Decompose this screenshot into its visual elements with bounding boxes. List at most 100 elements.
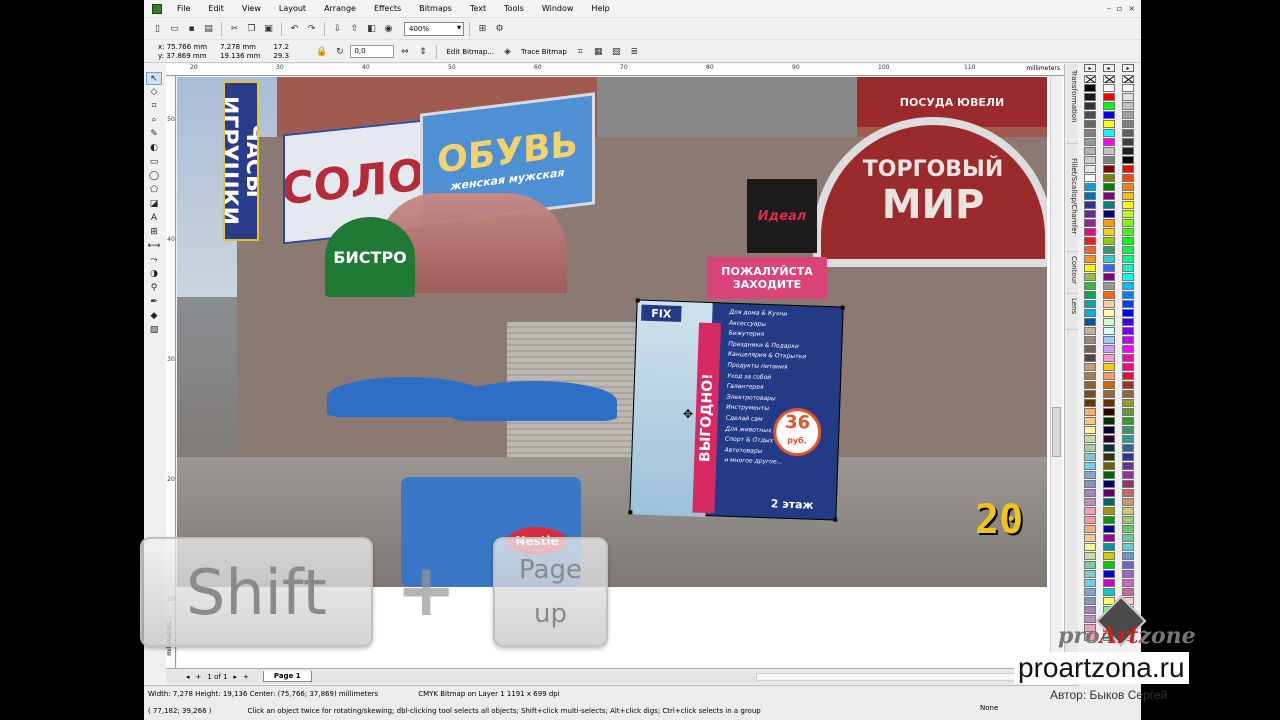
color-swatch[interactable]	[1103, 273, 1115, 281]
interactive-fill-tool-icon[interactable]: ▧	[146, 324, 162, 337]
color-swatch[interactable]	[1103, 498, 1115, 506]
color-swatch[interactable]	[1122, 543, 1134, 551]
color-swatch[interactable]	[1084, 165, 1096, 173]
color-swatch[interactable]	[1084, 435, 1096, 443]
color-swatch[interactable]	[1103, 363, 1115, 371]
cut-icon[interactable]: ✂	[227, 22, 242, 37]
color-swatch[interactable]	[1084, 264, 1096, 272]
menu-layout[interactable]: Layout	[270, 4, 315, 13]
color-swatch[interactable]	[1084, 579, 1096, 587]
color-swatch[interactable]	[1103, 408, 1115, 416]
print-icon[interactable]: ▤	[201, 22, 216, 37]
color-swatch[interactable]	[1103, 264, 1115, 272]
color-swatch[interactable]	[1122, 102, 1134, 110]
color-swatch[interactable]	[1084, 363, 1096, 371]
export-icon[interactable]: ⇧	[347, 22, 362, 37]
selection-handle[interactable]	[840, 305, 845, 310]
docker-tab-lens[interactable]: Lens	[1066, 296, 1078, 330]
color-swatch[interactable]	[1084, 309, 1096, 317]
color-swatch[interactable]	[1122, 435, 1134, 443]
paste-icon[interactable]: ▣	[261, 22, 276, 37]
color-swatch[interactable]	[1122, 561, 1134, 569]
color-swatch[interactable]	[1103, 210, 1115, 218]
menu-file[interactable]: File	[168, 4, 199, 13]
color-swatch[interactable]	[1103, 453, 1115, 461]
color-swatch[interactable]	[1103, 237, 1115, 245]
color-swatch[interactable]	[1103, 561, 1115, 569]
color-swatch[interactable]	[1084, 390, 1096, 398]
trace-bitmap-button[interactable]: Trace Bitmap	[518, 48, 570, 56]
docker-tab-contour[interactable]: Contour	[1066, 254, 1078, 294]
rotation-angle-field[interactable]: 0,0	[350, 45, 395, 58]
color-swatch[interactable]	[1122, 372, 1134, 380]
color-swatch[interactable]	[1122, 174, 1134, 182]
color-swatch[interactable]	[1122, 507, 1134, 515]
connector-tool-icon[interactable]: ⤳	[146, 254, 162, 267]
color-swatch[interactable]	[1084, 534, 1096, 542]
color-swatch[interactable]	[1122, 525, 1134, 533]
open-icon[interactable]: ▭	[167, 22, 182, 37]
color-swatch[interactable]	[1122, 489, 1134, 497]
color-swatch[interactable]	[1122, 264, 1134, 272]
color-swatch[interactable]	[1084, 345, 1096, 353]
color-swatch[interactable]	[1122, 138, 1134, 146]
color-swatch[interactable]	[1122, 201, 1134, 209]
color-swatch[interactable]	[1084, 174, 1096, 182]
color-swatch[interactable]	[1103, 192, 1115, 200]
x-position-field[interactable]: x: 75.766 mm	[158, 43, 207, 52]
color-swatch[interactable]	[1122, 120, 1134, 128]
color-swatch[interactable]	[1084, 201, 1096, 209]
color-swatch[interactable]	[1122, 399, 1134, 407]
resample-icon[interactable]: ▦	[591, 44, 606, 59]
lock-ratio-icon[interactable]: 🔒	[314, 44, 329, 59]
y-position-field[interactable]: y: 37.869 mm	[158, 52, 207, 61]
color-swatch[interactable]	[1084, 84, 1096, 92]
street-photo-bitmap[interactable]: ЧАСЫ ИГРУШКИ СОЛО ОБУВЬ женская мужская …	[177, 77, 1047, 587]
color-swatch[interactable]	[1122, 480, 1134, 488]
color-swatch[interactable]	[1084, 480, 1096, 488]
color-swatch[interactable]	[1084, 507, 1096, 515]
color-swatch[interactable]	[1122, 318, 1134, 326]
crop-bitmap-icon[interactable]: ⌗	[573, 44, 588, 59]
color-swatch[interactable]	[1084, 381, 1096, 389]
color-swatch[interactable]	[1122, 246, 1134, 254]
color-swatch[interactable]	[1103, 480, 1115, 488]
wrap-text-icon[interactable]: ≣	[627, 44, 642, 59]
color-swatch[interactable]	[1084, 147, 1096, 155]
menu-bitmaps[interactable]: Bitmaps	[410, 4, 461, 13]
menu-help[interactable]: Help	[582, 4, 618, 13]
color-swatch[interactable]	[1122, 444, 1134, 452]
docker-tab-fillet[interactable]: Fillet/Scallop/Chamfer	[1066, 156, 1078, 252]
menu-text[interactable]: Text	[461, 4, 495, 13]
color-swatch[interactable]	[1122, 408, 1134, 416]
scale-x-field[interactable]: 17.2	[273, 43, 301, 52]
color-swatch[interactable]	[1103, 381, 1115, 389]
dimension-tool-icon[interactable]: ⟷	[146, 240, 162, 253]
color-swatch[interactable]	[1122, 327, 1134, 335]
freehand-tool-icon[interactable]: ✎	[146, 128, 162, 141]
color-swatch[interactable]	[1122, 291, 1134, 299]
color-swatch[interactable]	[1084, 210, 1096, 218]
color-swatch[interactable]	[1103, 426, 1115, 434]
color-swatch[interactable]	[1084, 219, 1096, 227]
color-swatch[interactable]	[1122, 498, 1134, 506]
color-swatch[interactable]	[1103, 327, 1115, 335]
color-swatch[interactable]	[1084, 453, 1096, 461]
rectangle-tool-icon[interactable]: ▭	[146, 156, 162, 169]
color-swatch[interactable]	[1103, 129, 1115, 137]
color-swatch[interactable]	[1103, 345, 1115, 353]
color-swatch[interactable]	[1103, 336, 1115, 344]
color-swatch[interactable]	[1103, 552, 1115, 560]
status-fill-indicator[interactable]: None	[980, 704, 998, 712]
color-swatch[interactable]	[1122, 534, 1134, 542]
color-swatch[interactable]	[1084, 570, 1096, 578]
color-swatch[interactable]	[1084, 291, 1096, 299]
zoom-level-select[interactable]: 400%	[404, 22, 464, 36]
color-swatch[interactable]	[1103, 579, 1115, 587]
color-swatch[interactable]	[1103, 489, 1115, 497]
color-swatch[interactable]	[1084, 228, 1096, 236]
color-swatch[interactable]	[1084, 489, 1096, 497]
scrollbar-thumb[interactable]	[1052, 407, 1061, 457]
color-swatch[interactable]	[1122, 552, 1134, 560]
color-swatch[interactable]	[1122, 381, 1134, 389]
